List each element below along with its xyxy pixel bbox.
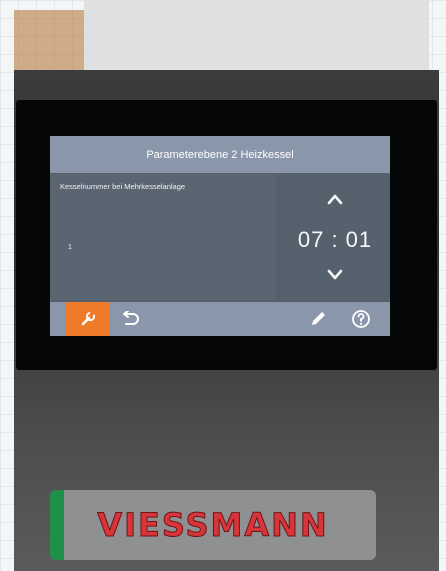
back-button[interactable] [114, 302, 146, 336]
brand-name: VIESSMANN [97, 506, 329, 545]
chevron-up-icon[interactable] [327, 192, 343, 206]
brand-stripe [50, 490, 64, 560]
edit-pencil-icon [312, 312, 325, 325]
wrench-icon [81, 311, 96, 326]
service-menu-button[interactable] [66, 302, 110, 336]
page-title: Parameterebene 2 Heizkessel [50, 136, 390, 173]
background-object [14, 10, 84, 70]
chevron-down-icon[interactable] [327, 268, 343, 282]
bottom-toolbar [50, 302, 390, 336]
time-value: 07 : 01 [297, 227, 373, 252]
help-button[interactable] [344, 302, 378, 336]
brand-logo: VIESSMANN [50, 490, 376, 560]
parameter-value: 1 [68, 244, 72, 251]
back-arrow-icon [123, 311, 139, 325]
parameter-label: Kesselnummer bei Mehrkesselanlage [60, 182, 186, 191]
help-icon [352, 310, 370, 328]
edit-button[interactable] [302, 302, 334, 336]
control-display: Parameterebene 2 Heizkessel Kesselnummer… [50, 136, 390, 336]
background-paper [84, 0, 429, 72]
parameter-panel[interactable]: Kesselnummer bei Mehrkesselanlage 1 [50, 174, 276, 300]
value-adjuster: 07 : 01 [280, 174, 390, 300]
